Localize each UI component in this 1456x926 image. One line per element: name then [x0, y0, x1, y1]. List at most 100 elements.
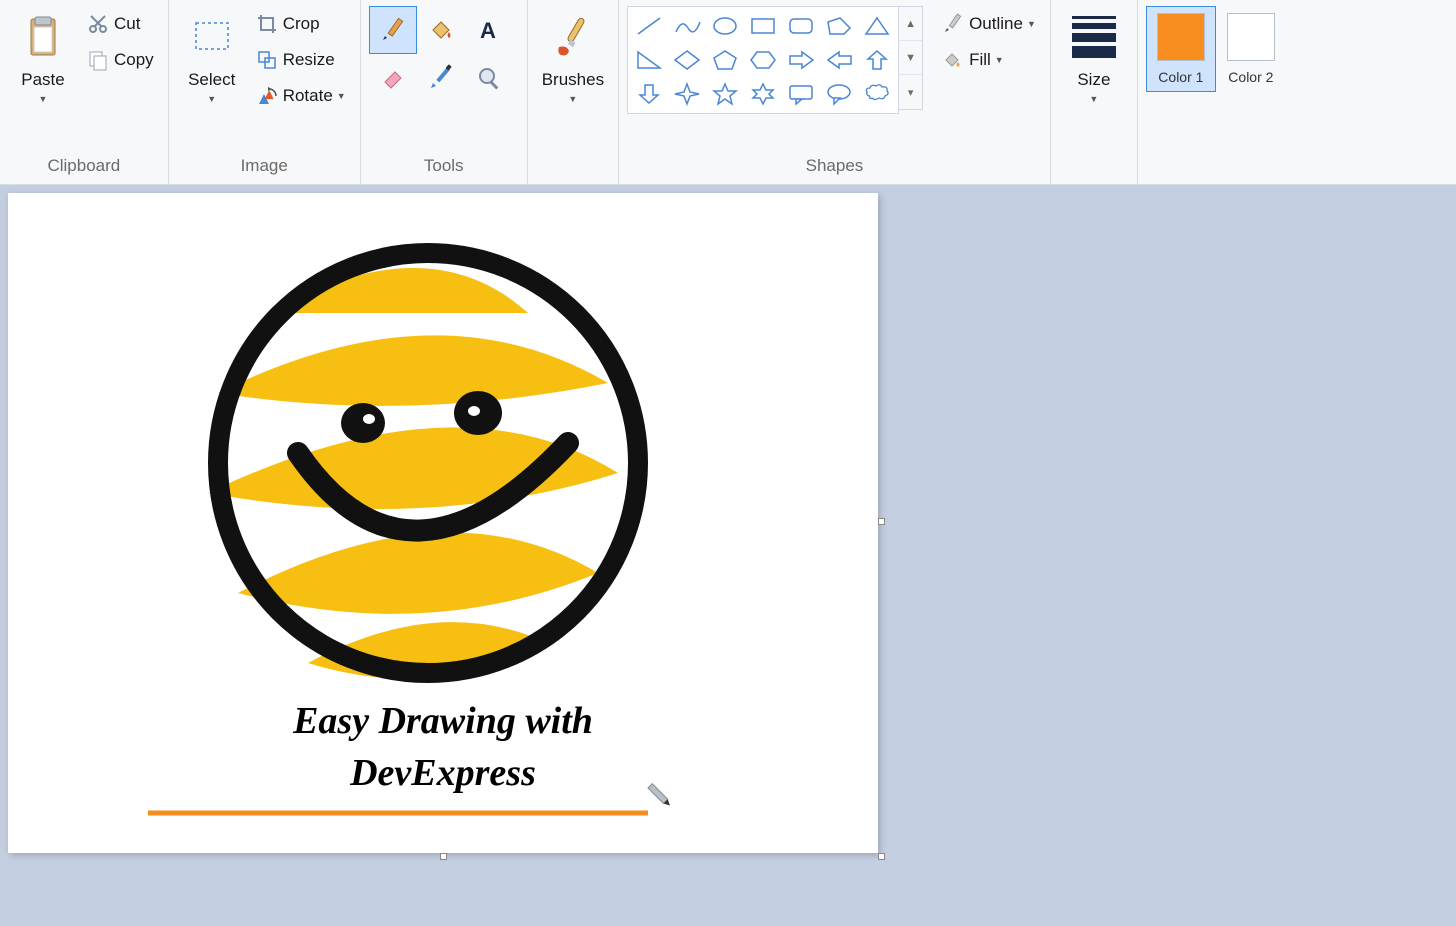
crop-button[interactable]: Crop: [247, 6, 352, 42]
text-tool[interactable]: A: [465, 6, 513, 54]
shape-arrow-down[interactable]: [630, 77, 668, 111]
canvas-text-line1: Easy Drawing with: [292, 700, 593, 742]
color2-button[interactable]: Color 2: [1216, 6, 1286, 92]
crop-label: Crop: [283, 14, 320, 34]
shape-line[interactable]: [630, 9, 668, 43]
pencil-outline-icon: [939, 13, 967, 35]
resize-label: Resize: [283, 50, 335, 70]
select-button[interactable]: Select ▼: [177, 6, 247, 108]
scroll-up-icon[interactable]: ▲: [899, 7, 922, 41]
copy-icon: [84, 49, 112, 71]
rotate-label: Rotate: [283, 86, 333, 106]
cut-button[interactable]: Cut: [78, 6, 160, 42]
group-label: Image: [177, 150, 352, 180]
ribbon: Paste ▼ Cut Copy Clipboard: [0, 0, 1456, 185]
pencil-tool[interactable]: [369, 6, 417, 54]
brushes-button[interactable]: Brushes ▼: [536, 6, 610, 108]
canvas-text-line2: DevExpress: [349, 752, 536, 794]
chevron-down-icon: ▼: [1089, 94, 1098, 104]
group-label: Clipboard: [8, 150, 160, 180]
resize-handle-corner[interactable]: [878, 853, 885, 860]
rotate-icon: [253, 85, 281, 107]
scroll-more-icon[interactable]: ▾: [899, 75, 922, 109]
group-image: Select ▼ Crop Resize Rotate ▼ Image: [169, 0, 361, 184]
rotate-button[interactable]: Rotate ▼: [247, 78, 352, 114]
shape-callout-rect[interactable]: [782, 77, 820, 111]
color-picker-tool[interactable]: [417, 54, 465, 102]
chevron-down-icon: ▼: [39, 94, 48, 104]
group-label: [1059, 150, 1129, 180]
shape-star6[interactable]: [744, 77, 782, 111]
size-button[interactable]: Size ▼: [1059, 6, 1129, 108]
cut-label: Cut: [114, 14, 140, 34]
fill-label: Fill: [969, 50, 991, 70]
shape-star4[interactable]: [668, 77, 706, 111]
shape-polygon[interactable]: [820, 9, 858, 43]
shape-right-triangle[interactable]: [630, 43, 668, 77]
shape-arrow-up[interactable]: [858, 43, 896, 77]
group-label: Shapes: [627, 150, 1042, 180]
resize-handle-right[interactable]: [878, 518, 885, 525]
scroll-down-icon[interactable]: ▼: [899, 41, 922, 75]
chevron-down-icon: ▼: [1027, 19, 1036, 29]
group-tools: A Tools: [361, 0, 528, 184]
color1-swatch: [1157, 13, 1205, 61]
shape-arrow-right[interactable]: [782, 43, 820, 77]
color2-label: Color 2: [1228, 69, 1273, 85]
outline-button[interactable]: Outline ▼: [933, 6, 1042, 42]
resize-icon: [253, 49, 281, 71]
bucket-fill-icon: [939, 49, 967, 71]
shape-round-rect[interactable]: [782, 9, 820, 43]
shape-arrow-left[interactable]: [820, 43, 858, 77]
shape-diamond[interactable]: [668, 43, 706, 77]
shape-scrollbar: ▲ ▼ ▾: [899, 6, 923, 110]
select-label: Select: [188, 70, 235, 90]
canvas-drawing: Easy Drawing with DevExpress: [8, 193, 878, 853]
shape-triangle[interactable]: [858, 9, 896, 43]
shape-oval[interactable]: [706, 9, 744, 43]
color1-button[interactable]: Color 1: [1146, 6, 1216, 92]
group-size: Size ▼: [1051, 0, 1138, 184]
shape-grid: [627, 6, 899, 114]
canvas-area: Easy Drawing with DevExpress: [0, 185, 1456, 926]
size-lines-icon: [1072, 10, 1116, 64]
brush-icon: [549, 10, 597, 64]
selection-rect-icon: [190, 10, 234, 64]
size-label: Size: [1077, 70, 1110, 90]
outline-label: Outline: [969, 14, 1023, 34]
paste-button[interactable]: Paste ▼: [8, 6, 78, 108]
eraser-tool[interactable]: [369, 54, 417, 102]
chevron-down-icon: ▼: [568, 94, 577, 104]
shape-gallery: ▲ ▼ ▾: [627, 6, 923, 114]
shape-callout-oval[interactable]: [820, 77, 858, 111]
canvas[interactable]: Easy Drawing with DevExpress: [8, 193, 878, 853]
group-label: [1146, 150, 1286, 180]
paste-label: Paste: [21, 70, 64, 90]
shape-curve[interactable]: [668, 9, 706, 43]
resize-button[interactable]: Resize: [247, 42, 352, 78]
shape-callout-cloud[interactable]: [858, 77, 896, 111]
copy-button[interactable]: Copy: [78, 42, 160, 78]
crop-icon: [253, 13, 281, 35]
shape-rect[interactable]: [744, 9, 782, 43]
copy-label: Copy: [114, 50, 154, 70]
magnifier-tool[interactable]: [465, 54, 513, 102]
clipboard-icon: [23, 10, 63, 64]
color2-swatch: [1227, 13, 1275, 61]
shape-pentagon[interactable]: [706, 43, 744, 77]
group-label: Tools: [369, 150, 519, 180]
chevron-down-icon: ▼: [995, 55, 1004, 65]
group-label: [536, 150, 610, 180]
brushes-label: Brushes: [542, 70, 604, 90]
shape-star5[interactable]: [706, 77, 744, 111]
svg-text:A: A: [480, 18, 496, 43]
fill-button[interactable]: Fill ▼: [933, 42, 1042, 78]
scissors-icon: [84, 13, 112, 35]
bucket-tool[interactable]: [417, 6, 465, 54]
group-clipboard: Paste ▼ Cut Copy Clipboard: [0, 0, 169, 184]
color1-label: Color 1: [1158, 69, 1203, 85]
resize-handle-bottom[interactable]: [440, 853, 447, 860]
shape-hexagon[interactable]: [744, 43, 782, 77]
group-brushes: Brushes ▼: [528, 0, 618, 184]
group-shapes: ▲ ▼ ▾ Outline ▼ Fill ▼ Shapes: [618, 0, 1051, 184]
